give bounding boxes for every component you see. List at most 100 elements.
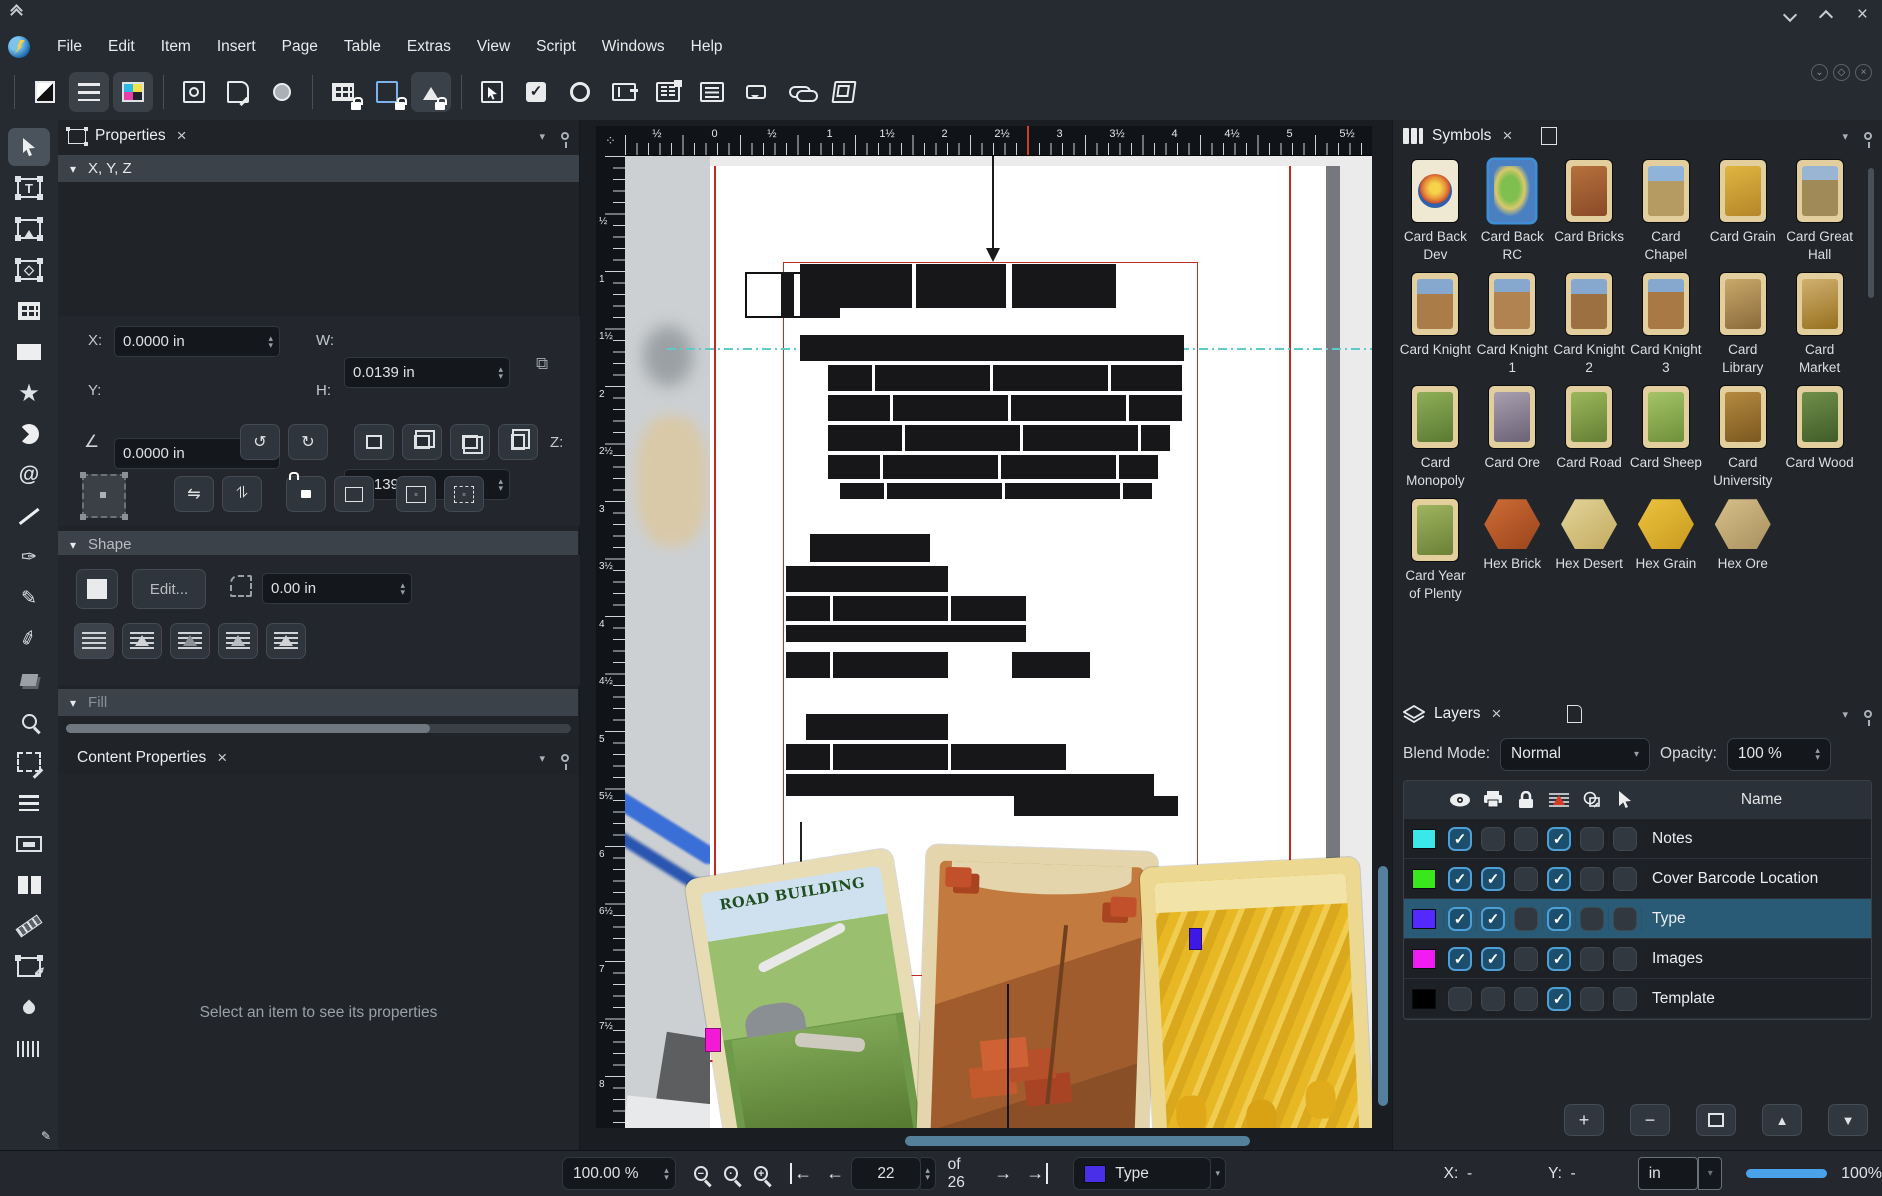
table-lock-icon[interactable] <box>323 72 363 112</box>
layer-color-swatch[interactable] <box>1412 989 1436 1009</box>
layer-print-checkbox[interactable]: ✓ <box>1481 907 1505 931</box>
image-frame-tool[interactable] <box>8 210 50 248</box>
opacity-input[interactable]: 100 %▴▾ <box>1727 738 1831 771</box>
content-pin-icon[interactable] <box>561 754 569 762</box>
rotate-ccw-button[interactable]: ↺ <box>240 424 280 460</box>
content-collapse-icon[interactable]: ▾ <box>539 752 545 765</box>
symbol-item[interactable]: Card Year of Plenty <box>1399 499 1472 602</box>
layer-name[interactable]: Images <box>1642 950 1871 968</box>
barcode-tool[interactable] <box>8 1030 50 1068</box>
text-flow-bounding-button[interactable] <box>170 623 210 659</box>
text-flow-image-button[interactable] <box>266 623 306 659</box>
symbol-item[interactable]: Card Library <box>1706 273 1779 376</box>
text-frame-tool[interactable]: T <box>8 169 50 207</box>
verify-icon[interactable] <box>262 72 302 112</box>
menu-item[interactable]: Item <box>148 32 204 62</box>
symbols-close-icon[interactable]: × <box>1502 126 1512 146</box>
maximize-icon[interactable] <box>1819 10 1833 24</box>
raise-layer-button[interactable]: ▲ <box>1762 1104 1802 1136</box>
lower-layer-button[interactable]: ▼ <box>1828 1104 1868 1136</box>
layer-name[interactable]: Template <box>1642 990 1871 1008</box>
calligraphy-tool[interactable]: ✐ <box>8 620 50 658</box>
layer-print-checkbox[interactable]: ✓ <box>1481 947 1505 971</box>
arc-tool[interactable] <box>8 415 50 453</box>
magenta-selection-handle[interactable] <box>705 1028 721 1052</box>
symbol-item[interactable]: Card Ore <box>1476 386 1549 489</box>
layer-visible-checkbox[interactable]: ✓ <box>1448 987 1472 1011</box>
section-xyz[interactable]: ▾X, Y, Z <box>58 155 579 182</box>
canvas-horizontal-scrollbar[interactable] <box>625 1134 1372 1148</box>
symbol-item[interactable]: Card Market <box>1783 273 1856 376</box>
symbol-item[interactable]: Card Knight <box>1399 273 1472 376</box>
first-page-button[interactable]: ← <box>790 1163 812 1184</box>
corner-radius-input[interactable]: 0.00 in▴▾ <box>262 573 412 604</box>
preview-icon[interactable] <box>174 72 214 112</box>
radio-annotation-icon[interactable] <box>560 72 600 112</box>
layer-text-flow-checkbox[interactable]: ✓ <box>1547 947 1571 971</box>
measure-tool[interactable] <box>8 907 50 945</box>
symbols-scrollbar[interactable] <box>1868 168 1874 298</box>
menu-file[interactable]: File <box>44 32 95 62</box>
last-page-button[interactable]: → <box>1026 1163 1048 1184</box>
symbols-pin-icon[interactable] <box>1864 132 1872 140</box>
layer-lock-checkbox[interactable]: ✓ <box>1514 907 1538 931</box>
table-tool[interactable] <box>8 292 50 330</box>
layer-select-checkbox[interactable]: ✓ <box>1613 867 1637 891</box>
layer-select-spinner[interactable]: ▾ <box>1211 1157 1226 1190</box>
eyedropper-tool[interactable] <box>8 989 50 1027</box>
symbols-collapse-icon[interactable]: ▾ <box>1842 130 1848 143</box>
symbol-item[interactable]: Card Grain <box>1706 160 1779 263</box>
zoom-out-icon[interactable]: − <box>694 1166 708 1181</box>
layer-name[interactable]: Cover Barcode Location <box>1642 870 1871 888</box>
layer-name[interactable]: Type <box>1642 910 1871 928</box>
layer-row[interactable]: ✓✓✓✓✓✓Notes <box>1404 819 1871 859</box>
select-annotation-icon[interactable] <box>472 72 512 112</box>
add-layer-button[interactable]: + <box>1564 1104 1604 1136</box>
section-shape[interactable]: ▾Shape <box>58 531 578 558</box>
symbol-item[interactable]: Card University <box>1706 386 1779 489</box>
rotate-tool[interactable] <box>8 661 50 699</box>
layer-color-swatch[interactable] <box>1412 829 1436 849</box>
layer-select-checkbox[interactable]: ✓ <box>1613 987 1637 1011</box>
lower-button[interactable] <box>450 424 490 460</box>
layer-row[interactable]: ✓✓✓✓✓✓Template <box>1404 979 1871 1019</box>
zoom-in-icon[interactable]: + <box>754 1166 768 1181</box>
horizontal-ruler[interactable]: ½0½11½22½33½44½55½ <box>625 126 1372 156</box>
symbols-book-icon[interactable] <box>1541 127 1557 145</box>
render-frame-tool[interactable]: ◇ <box>8 251 50 289</box>
shapes-lock-icon[interactable] <box>411 72 451 112</box>
menu-insert[interactable]: Insert <box>204 32 269 62</box>
layer-print-checkbox[interactable]: ✓ <box>1481 827 1505 851</box>
comment-annotation-icon[interactable] <box>736 72 776 112</box>
rotate-cw-button[interactable]: ↻ <box>288 424 328 460</box>
layer-select-checkbox[interactable]: ✓ <box>1613 827 1637 851</box>
symbol-item[interactable]: Hex Grain <box>1630 499 1703 602</box>
layers-collapse-icon[interactable]: ▾ <box>1842 708 1848 721</box>
zoom-tool[interactable] <box>8 702 50 740</box>
symbol-item[interactable]: Card Back Dev <box>1399 160 1472 263</box>
zoom-100-icon[interactable]: · <box>724 1166 738 1181</box>
menu-windows[interactable]: Windows <box>589 32 678 62</box>
layer-color-swatch[interactable] <box>1412 949 1436 969</box>
layers-close-icon[interactable]: × <box>1492 704 1502 724</box>
properties-close-icon[interactable]: × <box>177 126 187 146</box>
listbox-annotation-icon[interactable] <box>692 72 732 112</box>
menu-page[interactable]: Page <box>269 32 331 62</box>
group-button[interactable]: ▫ <box>396 476 436 512</box>
basepoint-selector[interactable] <box>82 474 126 518</box>
duplicate-layer-button[interactable] <box>1696 1104 1736 1136</box>
unit-select-arrow[interactable]: ▾ <box>1698 1157 1722 1190</box>
layer-text-flow-checkbox[interactable]: ✓ <box>1547 867 1571 891</box>
symbol-item[interactable]: Card Knight 1 <box>1476 273 1549 376</box>
layer-outline-mode-checkbox[interactable]: ✓ <box>1580 907 1604 931</box>
text-properties-icon[interactable] <box>69 72 109 112</box>
vertical-ruler[interactable]: ½11½22½33½44½55½66½77½88½ <box>596 156 625 1128</box>
freehand-tool[interactable]: ✎ <box>8 579 50 617</box>
symbol-item[interactable]: Card Great Hall <box>1783 160 1856 263</box>
shape-tool[interactable] <box>8 333 50 371</box>
properties-hscrollbar[interactable] <box>66 724 571 733</box>
bezier-tool[interactable]: ✑ <box>8 538 50 576</box>
polygon-tool[interactable]: ★ <box>8 374 50 412</box>
layer-print-checkbox[interactable]: ✓ <box>1481 867 1505 891</box>
layer-text-flow-checkbox[interactable]: ✓ <box>1547 907 1571 931</box>
